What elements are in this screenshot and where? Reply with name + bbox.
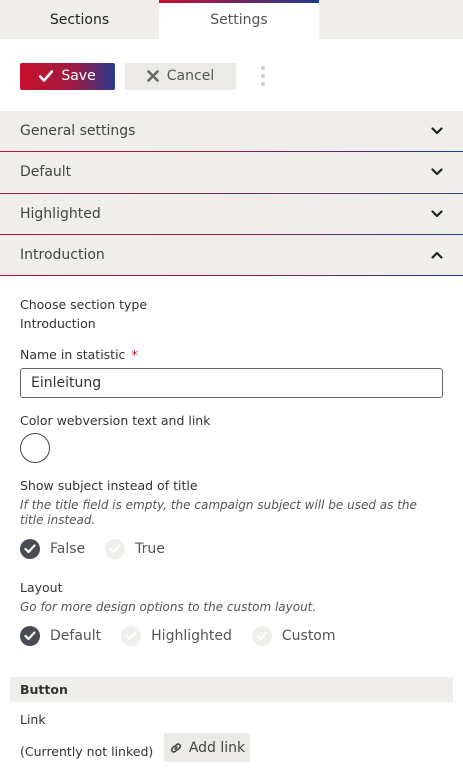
cancel-button[interactable]: Cancel [125, 62, 236, 90]
save-label: Save [61, 68, 96, 84]
check-icon [39, 70, 54, 82]
accordion-default[interactable]: Default [0, 152, 463, 192]
chevron-down-icon [431, 168, 443, 176]
accordion-label: Highlighted [20, 206, 101, 222]
section-type-value: Introduction [20, 316, 96, 331]
radio-highlighted[interactable]: Highlighted [121, 626, 232, 646]
accordion-label: General settings [20, 123, 136, 139]
chevron-up-icon [431, 251, 443, 259]
checked-icon [20, 626, 40, 646]
accordion-label: Default [20, 164, 72, 180]
radio-label: Default [50, 628, 102, 644]
more-options-icon[interactable] [258, 62, 268, 90]
radio-false[interactable]: False [20, 539, 85, 559]
required-mark: * [131, 347, 138, 362]
name-label-text: Name in statistic [20, 347, 126, 362]
tab-settings[interactable]: Settings [159, 0, 319, 39]
layout-radio-group: Default Highlighted Custom [20, 626, 356, 646]
link-label: Link [20, 712, 46, 727]
unchecked-icon [121, 626, 142, 646]
link-icon [170, 742, 181, 753]
toolbar: Save Cancel [20, 62, 268, 90]
cancel-label: Cancel [166, 68, 215, 84]
name-label: Name in statistic * [20, 347, 138, 362]
accordion-label: Introduction [20, 247, 105, 263]
section-title: Button [20, 682, 68, 697]
link-status: (Currently not linked) [20, 744, 154, 759]
save-button[interactable]: Save [20, 62, 115, 90]
radio-default[interactable]: Default [20, 626, 101, 646]
accordion-general-settings[interactable]: General settings [0, 111, 463, 151]
subject-label: Show subject instead of title [20, 478, 198, 493]
tab-bar: Sections Settings [0, 0, 463, 39]
layout-hint: Go for more design options to the custom… [20, 600, 317, 614]
add-link-button[interactable]: Add link [164, 733, 250, 762]
radio-true[interactable]: True [105, 539, 165, 559]
unchecked-icon [105, 539, 126, 559]
chevron-down-icon [431, 210, 443, 218]
radio-label: False [50, 541, 86, 557]
subject-hint: If the title field is empty, the campaig… [20, 498, 417, 527]
button-section-header: Button [10, 677, 453, 702]
add-link-label: Add link [188, 739, 246, 756]
x-icon [146, 70, 159, 82]
tab-sections[interactable]: Sections [0, 0, 159, 39]
section-type-label: Choose section type [20, 297, 148, 312]
name-in-statistic-input[interactable] [20, 368, 443, 398]
layout-label: Layout [20, 580, 63, 595]
color-label: Color webversion text and link [20, 413, 211, 428]
unchecked-icon [251, 626, 272, 646]
divider [0, 275, 463, 276]
chevron-down-icon [431, 127, 443, 135]
color-picker[interactable] [20, 433, 50, 463]
radio-custom[interactable]: Custom [251, 626, 336, 646]
accordion-introduction[interactable]: Introduction [0, 235, 463, 275]
radio-label: Highlighted [151, 628, 232, 644]
radio-label: True [135, 541, 165, 557]
radio-label: Custom [281, 628, 336, 644]
checked-icon [20, 539, 40, 559]
accordion-highlighted[interactable]: Highlighted [0, 194, 463, 234]
subject-radio-group: False True [20, 539, 185, 559]
